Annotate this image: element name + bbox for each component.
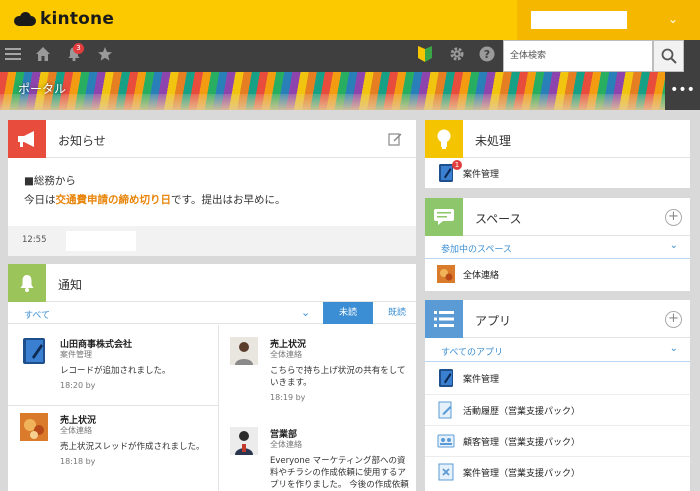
filter-all-dropdown[interactable]: すべて xyxy=(24,308,50,321)
bell-icon xyxy=(8,264,46,302)
food-photo-thumbnail xyxy=(20,413,48,441)
search-input[interactable] xyxy=(504,41,652,71)
search-button[interactable] xyxy=(653,40,684,72)
lightbulb-icon xyxy=(425,120,463,158)
apps-filter-dropdown[interactable]: すべてのアプリ xyxy=(441,345,503,358)
kintone-logo[interactable]: kintone xyxy=(14,9,114,29)
portal-title: ポータル xyxy=(18,82,67,96)
add-app-button[interactable]: + xyxy=(665,311,682,328)
pending-panel: 未処理 1 案件管理 xyxy=(425,120,690,188)
beginner-mark-icon[interactable] xyxy=(418,46,432,67)
gear-icon[interactable] xyxy=(449,46,465,67)
spaces-panel: スペース + 参加中のスペース ⌄ 全体連絡 xyxy=(425,198,690,291)
notif-divider-horizontal xyxy=(8,405,218,406)
notebook-app-icon xyxy=(20,337,48,365)
pending-title: 未処理 xyxy=(475,134,512,148)
person-avatar xyxy=(230,337,258,365)
logo-cloud-icon xyxy=(14,12,36,26)
notice-line-1: ■総務から xyxy=(24,175,76,187)
spaces-header: スペース + xyxy=(425,198,690,236)
notice-author-redacted xyxy=(66,231,136,251)
notifications-list: 山田商事株式会社 案件管理 レコードが追加されました。 18:20 by 売上状… xyxy=(8,325,416,491)
notice-highlight: 交通費申請の締め切り日 xyxy=(55,194,172,206)
home-icon[interactable] xyxy=(35,46,51,67)
notice-line-2: 今日は交通費申請の締め切り日です。提出はお早めに。 xyxy=(24,194,286,206)
notifications-title: 通知 xyxy=(58,278,83,292)
spaces-title: スペース xyxy=(475,212,522,226)
notice-panel: お知らせ ■総務から 今日は交通費申請の締め切り日です。提出はお早めに。 12:… xyxy=(8,120,416,256)
app-item[interactable]: 案件管理 xyxy=(425,363,690,393)
chevron-down-icon[interactable]: ⌄ xyxy=(301,306,310,319)
contacts-icon xyxy=(437,432,455,450)
add-space-button[interactable]: + xyxy=(665,209,682,226)
app-item[interactable]: 案件管理（営業支援パック） xyxy=(425,456,690,486)
pending-item[interactable]: 1 案件管理 xyxy=(425,158,690,188)
user-menu[interactable]: ⌄ xyxy=(517,0,700,40)
portal-banner: ポータル xyxy=(0,72,700,110)
megaphone-icon xyxy=(8,120,46,158)
global-search xyxy=(503,40,653,72)
help-icon[interactable]: ? xyxy=(479,46,495,67)
person-avatar xyxy=(230,427,258,455)
chevron-down-icon[interactable]: ⌄ xyxy=(668,12,678,26)
top-header: kintone ⌄ xyxy=(0,0,700,40)
notice-time: 12:55 xyxy=(22,235,47,245)
notice-title: お知らせ xyxy=(58,134,106,148)
star-icon[interactable] xyxy=(97,46,113,67)
notice-body: ■総務から 今日は交通費申請の締め切り日です。提出はお早めに。 xyxy=(8,158,416,210)
food-photo-thumbnail xyxy=(437,265,455,283)
apps-header: アプリ + xyxy=(425,300,690,338)
edit-icon[interactable] xyxy=(388,132,402,149)
tab-unread[interactable]: 未読 xyxy=(323,302,373,324)
search-icon xyxy=(661,48,677,64)
edit-document-icon xyxy=(437,401,455,419)
pending-count-badge: 1 xyxy=(452,160,462,170)
apps-panel: アプリ + すべてのアプリ ⌄ 案件管理 活動履歴（営業支援パック） 顧客管理（… xyxy=(425,300,690,491)
hamburger-menu-icon[interactable] xyxy=(5,46,21,67)
chevron-down-icon[interactable]: ⌄ xyxy=(670,343,678,354)
spaces-filter-dropdown[interactable]: 参加中のスペース xyxy=(441,242,512,255)
notifications-panel: 通知 すべて ⌄ 未読 既読 山田商事株式会社 案件管理 レコードが追加されまし… xyxy=(8,264,416,491)
notifications-filter-bar: すべて ⌄ 未読 既読 xyxy=(8,302,416,324)
notebook-app-icon xyxy=(437,369,455,387)
tab-read[interactable]: 既読 xyxy=(378,302,416,324)
app-item[interactable]: 顧客管理（営業支援パック） xyxy=(425,425,690,455)
svg-text:?: ? xyxy=(484,48,490,61)
notifications-header: 通知 xyxy=(8,264,416,302)
space-item[interactable]: 全体連絡 xyxy=(425,259,690,289)
notice-header: お知らせ xyxy=(8,120,416,158)
speech-bubble-icon xyxy=(425,198,463,236)
user-name-redacted xyxy=(531,11,627,29)
notif-divider-vertical xyxy=(218,325,219,491)
notice-footer: 12:55 xyxy=(8,226,416,256)
app-list-icon xyxy=(425,300,463,338)
pending-header: 未処理 xyxy=(425,120,690,158)
chevron-down-icon[interactable]: ⌄ xyxy=(670,240,678,251)
app-item[interactable]: 活動履歴（営業支援パック） xyxy=(425,394,690,424)
portal-more-button[interactable]: ••• xyxy=(665,72,700,110)
apps-filter-underline xyxy=(425,361,690,362)
logo-text: kintone xyxy=(40,9,115,29)
close-document-icon xyxy=(437,463,455,481)
notification-count-badge: 3 xyxy=(73,43,84,54)
apps-title: アプリ xyxy=(475,314,512,328)
